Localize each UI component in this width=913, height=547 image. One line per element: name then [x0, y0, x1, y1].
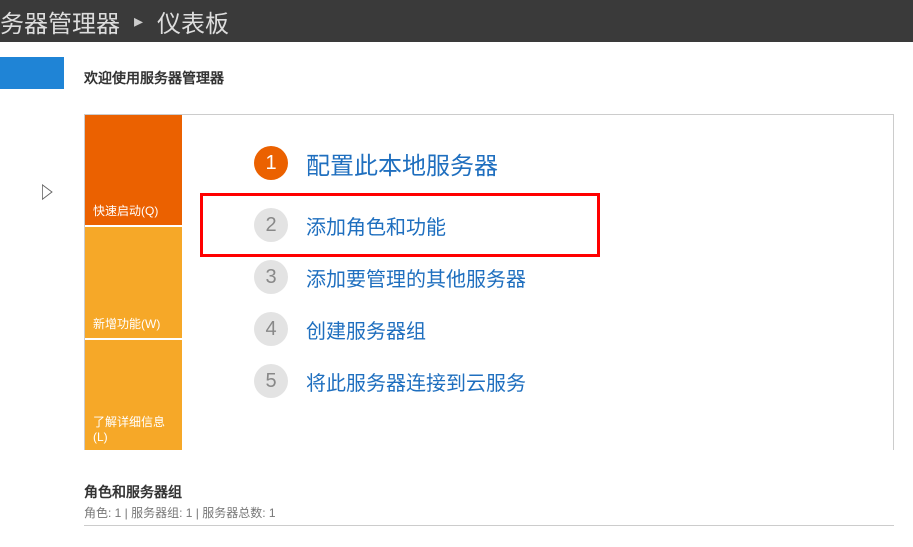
step-label: 添加角色和功能 [306, 211, 446, 240]
breadcrumb-separator: ▸ [134, 11, 143, 32]
expand-nav-icon[interactable]: ▷ [42, 178, 53, 204]
quick-start-card: 快速启动(Q) 新增功能(W) 了解详细信息(L) 1 配置此本地服务器 2 添… [84, 114, 894, 450]
step-number: 4 [254, 312, 288, 346]
side-tab-learnmore[interactable]: 了解详细信息(L) [85, 340, 182, 450]
side-tab-label: 快速启动(Q) [93, 202, 158, 219]
side-tab-whatsnew[interactable]: 新增功能(W) [85, 227, 182, 339]
step-label: 创建服务器组 [306, 315, 426, 344]
footer-stats: 角色: 1 | 服务器组: 1 | 服务器总数: 1 [84, 504, 894, 526]
side-tab-label: 了解详细信息(L) [93, 413, 174, 444]
side-tab-quickstart[interactable]: 快速启动(Q) [85, 115, 182, 227]
step-label: 添加要管理的其他服务器 [306, 263, 526, 292]
left-nav-strip: ▷ [0, 42, 64, 526]
step-number: 3 [254, 260, 288, 294]
breadcrumb-part2: 仪表板 [157, 4, 229, 39]
step-number: 5 [254, 364, 288, 398]
step-configure-local-server[interactable]: 1 配置此本地服务器 [254, 137, 893, 189]
step-create-server-group[interactable]: 4 创建服务器组 [254, 303, 893, 355]
breadcrumb-header: 务器管理器 ▸ 仪表板 [0, 0, 913, 42]
step-number: 1 [254, 146, 288, 180]
steps-pane: 1 配置此本地服务器 2 添加角色和功能 3 添加要管理的其他服务器 4 创建服… [182, 115, 893, 450]
side-tab-label: 新增功能(W) [93, 315, 160, 332]
step-add-roles-features[interactable]: 2 添加角色和功能 [254, 199, 893, 251]
footer-title: 角色和服务器组 [84, 482, 894, 502]
step-label: 配置此本地服务器 [306, 146, 498, 181]
side-tab-list: 快速启动(Q) 新增功能(W) 了解详细信息(L) [85, 115, 182, 450]
dashboard-tab-active[interactable] [0, 57, 64, 89]
breadcrumb-part1: 务器管理器 [0, 4, 120, 39]
welcome-heading: 欢迎使用服务器管理器 [84, 68, 913, 88]
step-connect-cloud[interactable]: 5 将此服务器连接到云服务 [254, 355, 893, 407]
step-add-other-servers[interactable]: 3 添加要管理的其他服务器 [254, 251, 893, 303]
roles-server-groups-section: 角色和服务器组 角色: 1 | 服务器组: 1 | 服务器总数: 1 [84, 482, 894, 526]
step-number: 2 [254, 208, 288, 242]
step-label: 将此服务器连接到云服务 [306, 367, 526, 396]
